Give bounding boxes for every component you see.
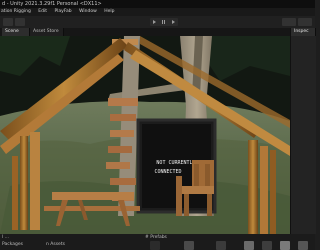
packages-label[interactable]: Packages	[2, 242, 23, 248]
asset-thumbnail[interactable]	[216, 241, 226, 250]
sign-line-1: NOT CURRENTLY	[156, 160, 195, 166]
play-controls	[150, 18, 178, 26]
asset-thumbnail[interactable]	[262, 241, 272, 250]
asset-thumbnail[interactable]	[280, 241, 290, 250]
play-icon[interactable]	[153, 20, 157, 24]
inspector-panel: Inspec	[290, 28, 316, 234]
toolbar	[0, 16, 315, 28]
menu-bar: ation Rigging Edit PlayFab Window Help	[0, 8, 315, 16]
account-button[interactable]	[3, 18, 13, 26]
scene-render: NOT CURRENTLY CONNECTED	[0, 36, 290, 234]
asset-thumbnail[interactable]	[184, 241, 194, 250]
project-left-label: l ...	[2, 235, 9, 240]
editor-tab-bar: Scene Asset Store	[0, 28, 315, 36]
tab-inspector[interactable]: Inspec	[291, 28, 316, 36]
layers-dropdown[interactable]	[282, 18, 296, 26]
asset-thumbnail[interactable]	[298, 241, 308, 250]
asset-thumbnail[interactable]	[244, 241, 254, 250]
window-titlebar: d - Unity 2021.3.29f1 Personal <DX11>	[0, 0, 315, 8]
step-icon[interactable]	[171, 20, 175, 24]
layout-dropdown[interactable]	[298, 18, 312, 26]
tab-scene[interactable]: Scene	[2, 28, 30, 36]
scene-tab-label: Scene	[5, 29, 19, 34]
sign-line-2: CONNECTED	[154, 169, 181, 175]
assets-tab-label[interactable]: n Assets	[46, 242, 65, 248]
asset-store-tab-label: Asset Store	[33, 29, 59, 34]
cloud-button[interactable]	[15, 18, 25, 26]
menu-item-edit[interactable]: Edit	[38, 9, 47, 14]
menu-item-animation-rigging[interactable]: ation Rigging	[1, 9, 31, 14]
tab-asset-store[interactable]: Asset Store	[30, 28, 64, 36]
menu-item-window[interactable]: Window	[79, 9, 97, 14]
window-title: d - Unity 2021.3.29f1 Personal <DX11>	[2, 1, 102, 7]
pause-icon[interactable]	[162, 20, 166, 24]
scene-viewport[interactable]: NOT CURRENTLY CONNECTED	[0, 36, 290, 234]
inspector-tab-label: Inspec	[294, 29, 309, 34]
menu-item-playfab[interactable]: PlayFab	[54, 9, 71, 14]
menu-item-help[interactable]: Help	[104, 9, 114, 14]
asset-thumbnail[interactable]	[150, 241, 160, 250]
